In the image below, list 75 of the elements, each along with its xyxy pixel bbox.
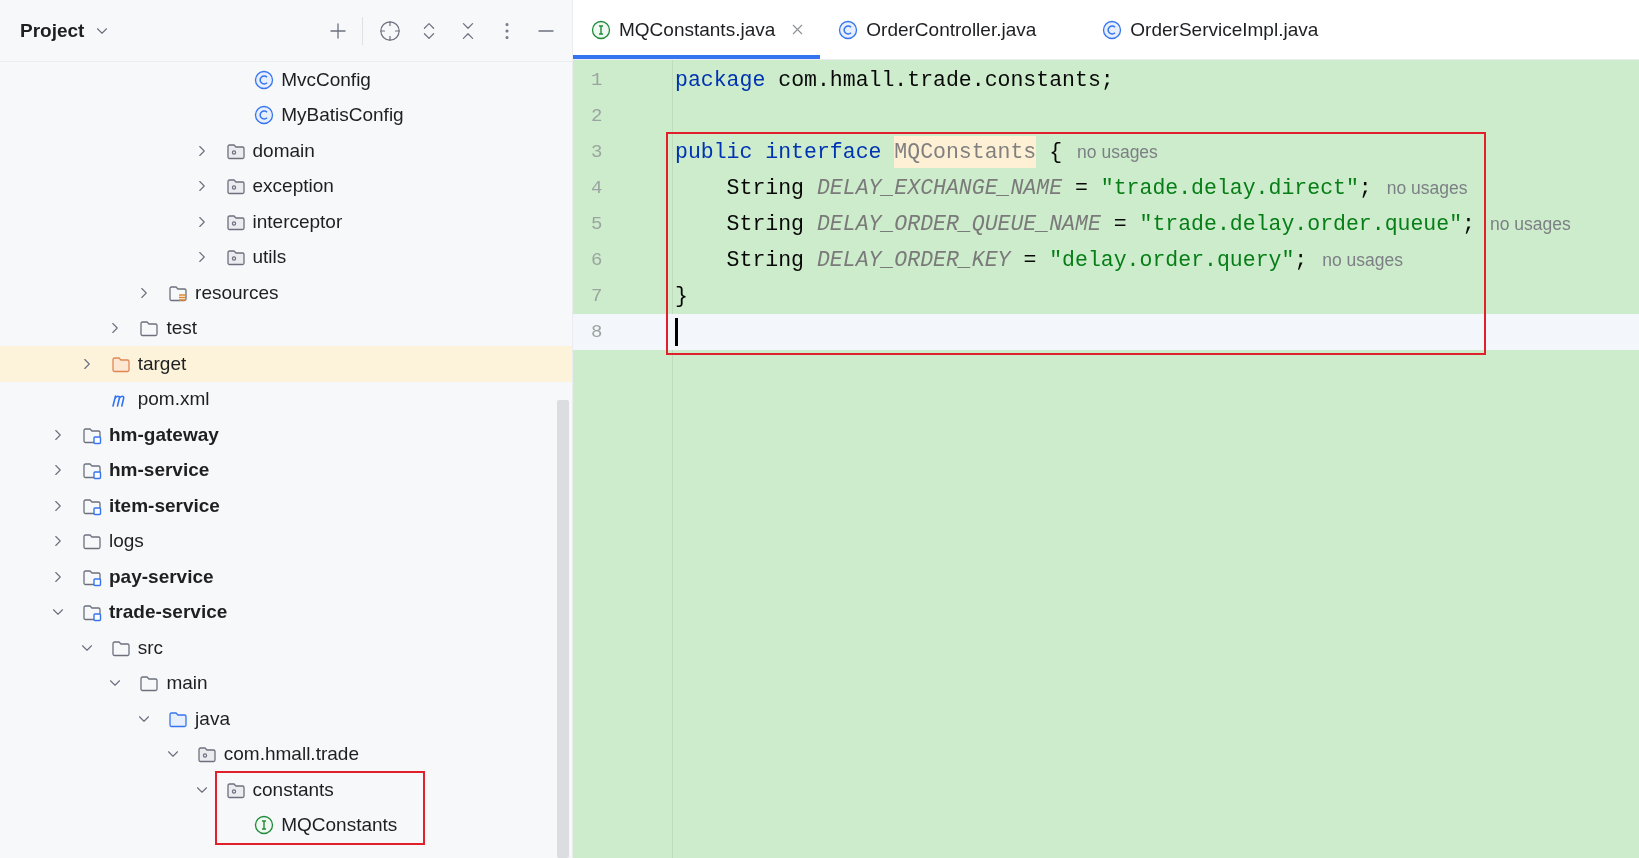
code-token: ; (1294, 247, 1308, 274)
code-token: = (1112, 211, 1128, 238)
line-number: 6 (590, 248, 604, 273)
tree-item[interactable]: MvcConfig (0, 62, 572, 98)
tree-item[interactable]: utils (0, 239, 572, 275)
tree-item[interactable]: interceptor (0, 204, 572, 240)
tree-item[interactable]: MyBatisConfig (0, 97, 572, 133)
code-token: ; (1462, 211, 1475, 238)
tree-item[interactable]: domain (0, 133, 572, 169)
tree-item[interactable]: trade-service (0, 594, 572, 630)
tree-item[interactable]: com.hmall.trade (0, 736, 572, 772)
package-icon (196, 744, 217, 765)
line-number: 2 (590, 104, 604, 129)
tree-item[interactable]: constants (0, 772, 572, 808)
code-token: = (1022, 247, 1038, 274)
class-icon (838, 19, 859, 40)
tree-item[interactable]: target (0, 346, 572, 382)
editor-tab[interactable]: OrderServiceImpl.java (1084, 0, 1367, 59)
folder-icon (82, 531, 102, 552)
code-token: DELAY_EXCHANGE_NAME (816, 175, 1063, 202)
tree-item[interactable]: MQConstants (0, 807, 572, 843)
scrollbar[interactable] (557, 400, 569, 858)
code-token: = (1073, 175, 1089, 202)
usage-hint: no usages (1490, 213, 1571, 235)
code-token: public interface (675, 139, 883, 166)
code-token: } (675, 283, 688, 310)
code-token: ; (1358, 175, 1372, 202)
tree-item[interactable]: main (0, 665, 572, 701)
code-token: String (725, 175, 806, 202)
editor-tab[interactable]: OrderController.java (820, 0, 1085, 59)
line-number: 3 (590, 140, 604, 165)
class-icon (254, 69, 275, 90)
tree-item[interactable]: hm-service (0, 452, 572, 488)
usage-hint: no usages (1322, 249, 1403, 271)
line-number: 1 (590, 68, 604, 93)
crosshair-icon[interactable] (378, 18, 402, 43)
code-token: MQConstants (894, 136, 1037, 168)
tree-item[interactable]: hm-gateway (0, 417, 572, 453)
code-token: String (725, 211, 806, 238)
tree-item[interactable]: java (0, 701, 572, 737)
tree-item[interactable]: item-service (0, 488, 572, 524)
code-token: com.hmall.trade.constants; (777, 67, 1114, 94)
package-icon (225, 247, 246, 268)
code-token: "trade.delay.order.queue" (1139, 211, 1463, 238)
tree-item[interactable]: exception (0, 168, 572, 204)
tree-item[interactable]: pom.xml (0, 381, 572, 417)
folder-icon (139, 673, 160, 694)
module-folder-icon (82, 460, 102, 481)
tree-item[interactable]: pay-service (0, 559, 572, 595)
code-token: DELAY_ORDER_QUEUE_NAME (816, 211, 1101, 238)
folder-icon (139, 318, 160, 339)
code-token: { (1048, 139, 1063, 166)
editor-tab[interactable]: MQConstants.java (573, 0, 821, 59)
tree-item[interactable]: src (0, 630, 572, 666)
code-token: "delay.order.query" (1049, 247, 1295, 274)
tree-item[interactable]: resources (0, 275, 572, 311)
package-icon (225, 176, 246, 197)
line-number: 7 (590, 284, 604, 309)
code-token: package (675, 67, 766, 94)
interface-icon (254, 815, 275, 836)
line-number: 4 (590, 176, 604, 201)
code-token: String (725, 247, 806, 274)
usage-hint: no usages (1077, 141, 1158, 163)
tree-item[interactable]: test (0, 310, 572, 346)
class-icon (254, 105, 275, 126)
line-number: 5 (590, 212, 604, 237)
code-token: "trade.delay.direct" (1100, 175, 1359, 202)
module-folder-icon (82, 602, 102, 623)
usage-hint: no usages (1386, 177, 1468, 199)
code-token: DELAY_ORDER_KEY (816, 247, 1011, 274)
text-cursor (675, 318, 678, 346)
class-icon (1102, 19, 1123, 40)
panel-title[interactable]: Project (20, 19, 85, 42)
interface-icon (591, 19, 611, 40)
tree-item[interactable]: logs (0, 523, 572, 559)
